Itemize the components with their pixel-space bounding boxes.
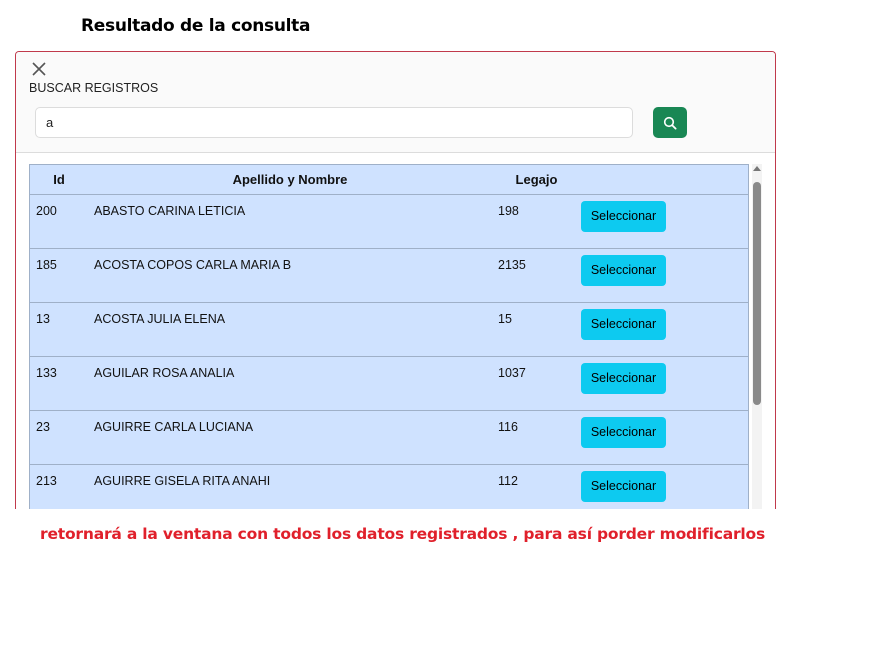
cell-legajo: 15 [492,302,581,357]
page-heading: Resultado de la consulta [81,16,311,36]
cell-action: Seleccionar [581,410,748,465]
cell-legajo: 112 [492,464,581,509]
table-row: 23 AGUIRRE CARLA LUCIANA 116 Seleccionar [30,410,748,465]
search-input[interactable] [35,107,633,138]
cell-action: Seleccionar [581,464,748,509]
modal-header: BUSCAR REGISTROS [16,52,775,153]
cell-name: AGUIRRE CARLA LUCIANA [88,410,492,465]
cell-action: Seleccionar [581,194,748,249]
table-row: 133 AGUILAR ROSA ANALIA 1037 Seleccionar [30,356,748,411]
search-icon [663,116,677,129]
table-row: 200 ABASTO CARINA LETICIA 198 Seleccionar [30,194,748,249]
table-row: 185 ACOSTA COPOS CARLA MARIA B 2135 Selecci… [30,248,748,303]
select-button[interactable]: Seleccionar [581,471,666,502]
column-header-legajo: Legajo [492,165,581,195]
cell-name: AGUIRRE GISELA RITA ANAHI [88,464,492,509]
cell-action: Seleccionar [581,248,748,303]
cell-action: Seleccionar [581,356,748,411]
cell-name: AGUILAR ROSA ANALIA [88,356,492,411]
cell-action: Seleccionar [581,302,748,357]
column-header-id: Id [30,165,88,195]
cell-name: ABASTO CARINA LETICIA [88,194,492,249]
column-header-action [581,165,748,195]
results-table: Id Apellido y Nombre Legajo 200 ABASTO CA… [29,164,749,509]
cell-id: 200 [30,194,88,249]
select-button[interactable]: Seleccionar [581,363,666,394]
search-modal: BUSCAR REGISTROS Id Apellido y Nombre Le… [15,51,776,509]
cell-legajo: 116 [492,410,581,465]
cell-name: ACOSTA COPOS CARLA MARIA B [88,248,492,303]
table-row: 13 ACOSTA JULIA ELENA 15 Seleccionar [30,302,748,357]
cell-name: ACOSTA JULIA ELENA [88,302,492,357]
search-button[interactable] [653,107,687,138]
scrollbar-thumb[interactable] [753,182,761,405]
cell-legajo: 198 [492,194,581,249]
table-row: 213 AGUIRRE GISELA RITA ANAHI 112 Seleccion… [30,464,748,509]
cell-id: 133 [30,356,88,411]
cell-id: 185 [30,248,88,303]
modal-title: BUSCAR REGISTROS [29,81,159,95]
footnote-text: retornará a la ventana con todos los dat… [40,525,765,543]
cell-id: 13 [30,302,88,357]
select-button[interactable]: Seleccionar [581,309,666,340]
select-button[interactable]: Seleccionar [581,201,666,232]
cell-legajo: 2135 [492,248,581,303]
cell-id: 23 [30,410,88,465]
close-icon[interactable] [30,60,48,78]
select-button[interactable]: Seleccionar [581,255,666,286]
scroll-up-arrow-icon[interactable] [753,166,761,171]
table-header-row: Id Apellido y Nombre Legajo [30,165,748,195]
scrollbar[interactable] [752,164,762,509]
column-header-name: Apellido y Nombre [88,165,492,195]
select-button[interactable]: Seleccionar [581,417,666,448]
cell-legajo: 1037 [492,356,581,411]
cell-id: 213 [30,464,88,509]
